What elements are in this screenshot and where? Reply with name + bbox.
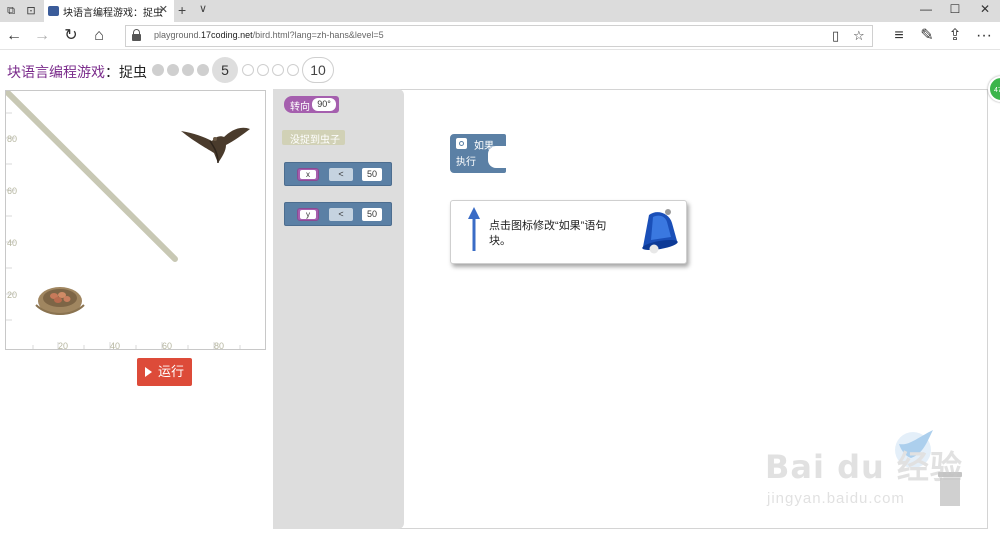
- canvas-grid: [6, 112, 241, 349]
- blockly-toolbox: [273, 89, 404, 529]
- bell-icon: [642, 209, 678, 254]
- lock-icon: [132, 29, 141, 41]
- compare-y-block[interactable]: y < 50: [284, 202, 392, 226]
- address-bar[interactable]: playground.17coding.net/bird.html?lang=z…: [125, 25, 873, 47]
- floating-badge[interactable]: 47: [988, 76, 1000, 102]
- wall-line: [6, 91, 178, 262]
- forward-arrow-icon[interactable]: →: [33, 26, 51, 46]
- y-tick-20: 20: [7, 290, 17, 300]
- y-variable-dropdown[interactable]: y: [297, 208, 319, 221]
- x-tick-80: 80: [214, 341, 224, 350]
- level-name: 捉虫: [119, 64, 147, 80]
- y-tick-60: 60: [7, 186, 17, 196]
- watermark-logo: Bai du 经验: [765, 448, 963, 486]
- browser-nav-bar: ← → ↻ ⌂ playground.17coding.net/bird.htm…: [0, 22, 1000, 50]
- browser-tab-active[interactable]: 块语言编程游戏：捉虫 ✕: [44, 0, 174, 22]
- level-dot-4[interactable]: [197, 64, 209, 76]
- game-canvas: 80 60 40 20 20 40 60 80: [5, 90, 266, 350]
- level-dot-6[interactable]: [242, 64, 254, 76]
- hub-icon[interactable]: ≡: [890, 26, 908, 46]
- turn-heading-block[interactable]: 转向 90°: [284, 96, 339, 113]
- reading-view-icon[interactable]: ▯: [832, 28, 839, 44]
- x-variable-dropdown[interactable]: x: [297, 168, 319, 181]
- back-arrow-icon[interactable]: ←: [5, 26, 23, 46]
- play-icon: [144, 367, 152, 377]
- y-tick-80: 80: [7, 134, 17, 144]
- nest-icon: [35, 287, 85, 315]
- level-dot-3[interactable]: [182, 64, 194, 76]
- home-icon[interactable]: ⌂: [90, 26, 108, 46]
- mutator-gear-icon[interactable]: [456, 138, 467, 149]
- hint-text: 点击图标修改“如果”语句块。: [489, 220, 607, 247]
- bird-icon: [181, 127, 250, 164]
- compare-operator-dropdown[interactable]: <: [329, 208, 353, 221]
- address-url[interactable]: playground.17coding.net/bird.html?lang=z…: [154, 30, 384, 40]
- close-tab-icon[interactable]: ✕: [159, 3, 168, 16]
- show-aside-tabs-icon[interactable]: ⊡: [24, 4, 38, 18]
- refresh-icon[interactable]: ↻: [62, 26, 80, 46]
- condition-socket[interactable]: [488, 146, 506, 168]
- level-last[interactable]: 10: [302, 57, 334, 83]
- browser-tab-bar: ⧉ ⊡ 块语言编程游戏：捉虫 ✕ + ∨ — ☐ ✕: [0, 0, 1000, 22]
- game-brand-title: 块语言编程游戏: [7, 64, 105, 80]
- level-dot-9[interactable]: [287, 64, 299, 76]
- page-title: 块语言编程游戏：捉虫: [7, 64, 147, 80]
- tab-preview-chevron-icon[interactable]: ∨: [199, 2, 207, 15]
- compare-operator-dropdown[interactable]: <: [329, 168, 353, 181]
- favorite-star-icon[interactable]: ☆: [853, 28, 865, 44]
- heading-angle-field[interactable]: 90°: [312, 98, 336, 111]
- x-tick-20: 20: [58, 341, 68, 350]
- level-dot-8[interactable]: [272, 64, 284, 76]
- maximize-window-icon[interactable]: ☐: [948, 2, 962, 16]
- minimize-window-icon[interactable]: —: [919, 2, 933, 16]
- hint-bubble: 点击图标修改“如果”语句块。: [450, 200, 687, 264]
- puzzle-favicon-icon: [48, 6, 59, 16]
- tab-title: 块语言编程游戏：捉虫: [63, 8, 163, 19]
- close-window-icon[interactable]: ✕: [978, 2, 992, 16]
- level-dot-2[interactable]: [167, 64, 179, 76]
- up-arrow-icon: [468, 207, 480, 251]
- compare-x-block[interactable]: x < 50: [284, 162, 392, 186]
- level-dot-1[interactable]: [152, 64, 164, 76]
- x-tick-40: 40: [110, 341, 120, 350]
- no-worm-caught-block[interactable]: 没捉到虫子: [282, 130, 345, 146]
- compare-value-field[interactable]: 50: [362, 208, 382, 221]
- if-do-block[interactable]: 如果 执行: [450, 134, 506, 173]
- watermark-url: jingyan.baidu.com: [767, 490, 905, 507]
- web-note-pen-icon[interactable]: ✎: [918, 26, 936, 46]
- compare-value-field[interactable]: 50: [362, 168, 382, 181]
- new-tab-icon[interactable]: +: [178, 2, 186, 18]
- y-tick-40: 40: [7, 238, 17, 248]
- level-current[interactable]: 5: [212, 57, 238, 83]
- run-button[interactable]: 运行: [137, 358, 192, 386]
- more-options-icon[interactable]: ···: [975, 26, 993, 46]
- baidu-jingyan-watermark: Bai du 经验 jingyan.baidu.com: [765, 428, 965, 518]
- share-icon[interactable]: ⇪: [946, 26, 964, 46]
- x-tick-60: 60: [162, 341, 172, 350]
- level-dot-7[interactable]: [257, 64, 269, 76]
- set-aside-tabs-icon[interactable]: ⧉: [4, 4, 18, 18]
